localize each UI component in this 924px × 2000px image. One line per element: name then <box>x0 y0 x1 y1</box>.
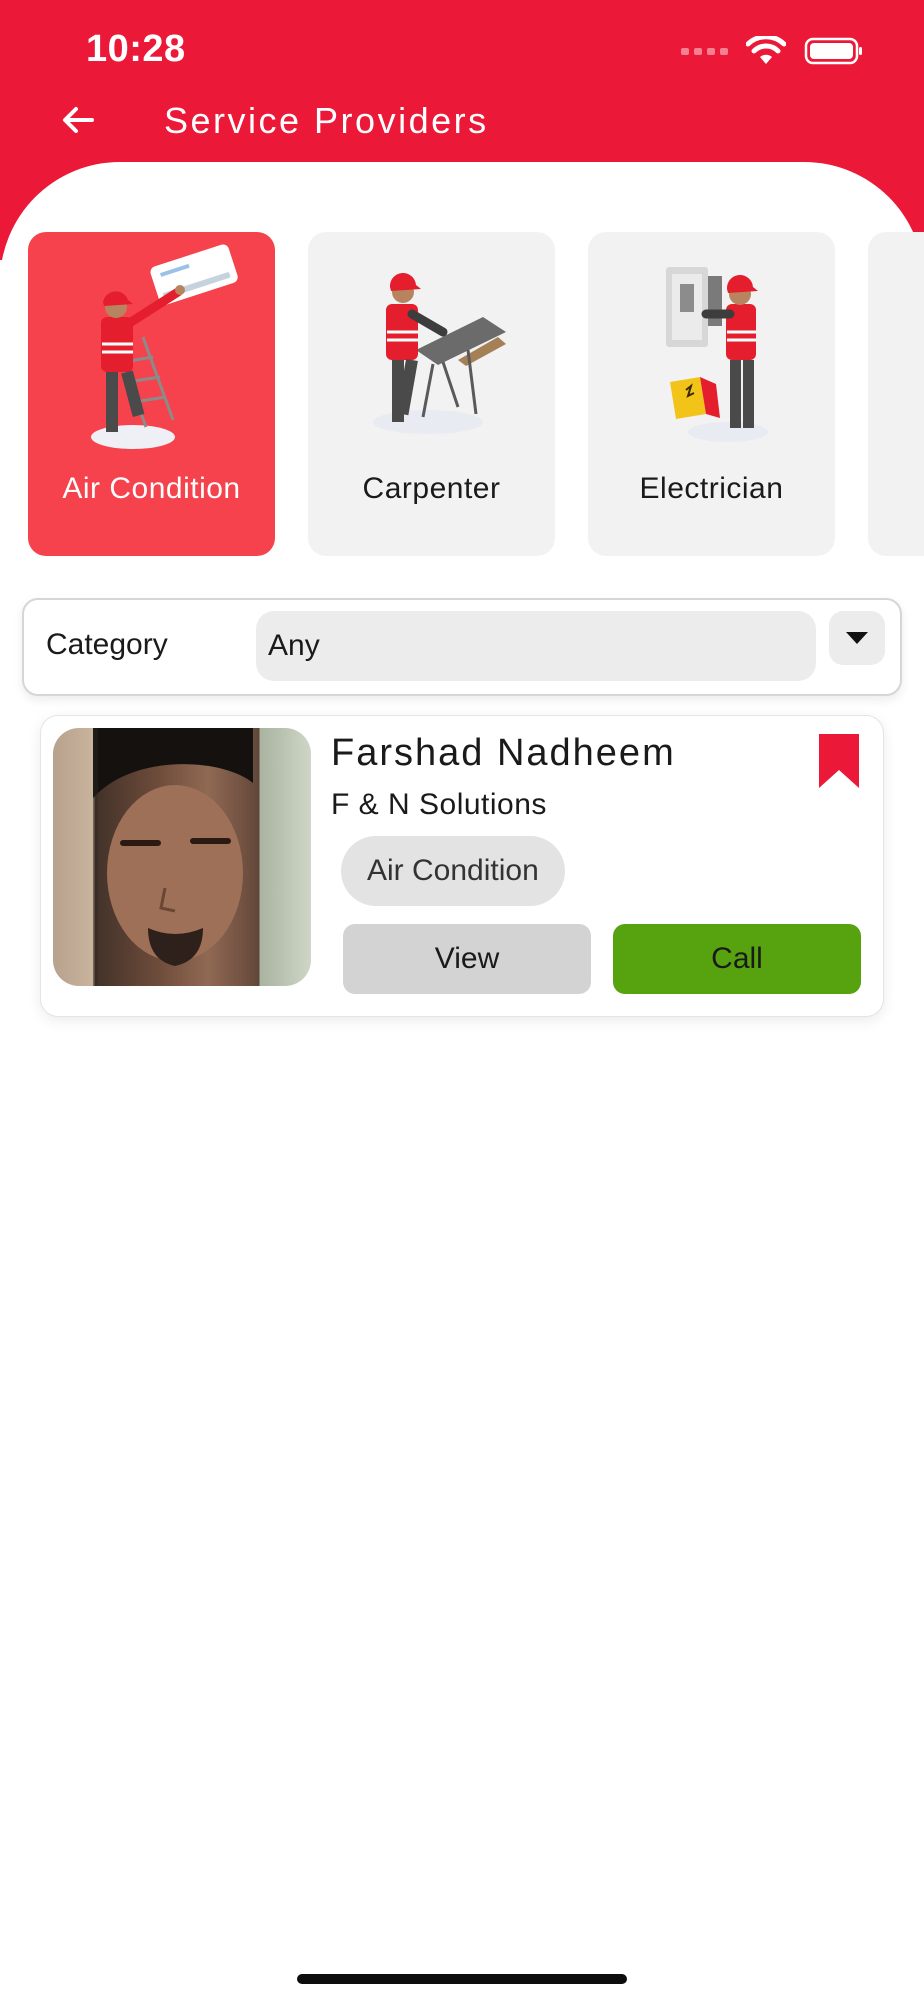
view-button[interactable]: View <box>343 924 591 994</box>
category-label: Electrician <box>639 472 784 505</box>
category-card-air-condition[interactable]: Air Condition <box>28 232 275 556</box>
provider-company: F & N Solutions <box>331 788 547 821</box>
category-card-carpenter[interactable]: Carpenter <box>308 232 555 556</box>
wifi-icon <box>746 36 786 64</box>
category-carousel[interactable]: Air Condition Carpenter Electrician <box>28 232 924 556</box>
provider-photo <box>93 728 253 986</box>
ac-technician-illustration <box>91 244 238 449</box>
provider-name: Farshad Nadheem <box>331 732 676 774</box>
category-card-next[interactable] <box>868 232 924 556</box>
category-label: Carpenter <box>362 472 501 505</box>
page-title: Service Providers <box>164 100 489 141</box>
carpenter-illustration <box>373 272 506 434</box>
electrician-illustration <box>666 267 768 442</box>
dropdown-button[interactable] <box>829 611 885 665</box>
bookmark-icon[interactable] <box>817 732 861 790</box>
category-label: Air Condition <box>62 472 241 505</box>
provider-avatar <box>53 728 311 986</box>
category-filter-label: Category <box>46 628 168 661</box>
status-icons <box>681 36 864 66</box>
battery-icon <box>804 37 862 65</box>
provider-category-tag: Air Condition <box>341 836 565 906</box>
caret-down-icon <box>846 632 868 644</box>
category-select[interactable]: Any <box>256 611 816 681</box>
call-button[interactable]: Call <box>613 924 861 994</box>
category-card-electrician[interactable]: Electrician <box>588 232 835 556</box>
cellular-signal-icon <box>681 47 728 55</box>
status-time: 10:28 <box>86 28 186 70</box>
back-arrow-icon[interactable] <box>58 100 98 140</box>
category-select-value: Any <box>268 629 320 662</box>
provider-card[interactable]: Farshad Nadheem F & N Solutions Air Cond… <box>40 715 884 1017</box>
category-filter: Category Any <box>22 598 902 696</box>
home-indicator <box>297 1974 627 1984</box>
